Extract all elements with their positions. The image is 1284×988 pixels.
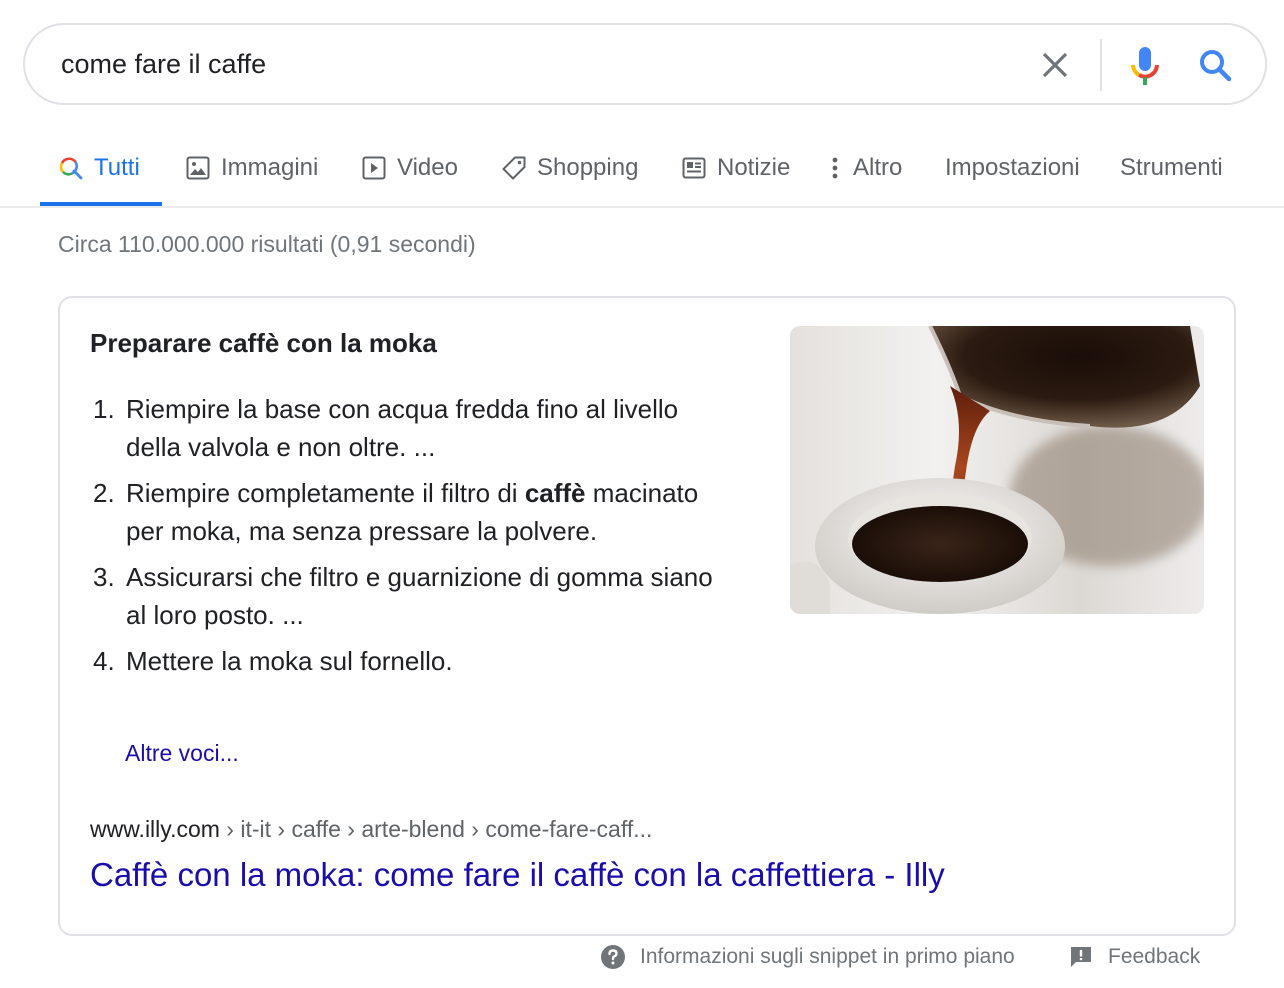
snippet-image[interactable] <box>790 326 1204 614</box>
step-number: 4. <box>93 646 115 676</box>
tab-label: Video <box>397 154 458 181</box>
breadcrumb-path: › it-it › caffe › arte-blend › come-fare… <box>219 816 653 842</box>
tab-label: Impostazioni <box>945 154 1080 181</box>
more-vert-icon <box>832 157 838 179</box>
step-number: 3. <box>93 562 115 592</box>
snippet-info-label: Informazioni sugli snippet in primo pian… <box>640 945 1015 968</box>
result-breadcrumb: www.illy.com › it-it › caffe › arte-blen… <box>90 816 652 843</box>
step-text-bold: caffè <box>524 478 586 508</box>
microphone-icon <box>1131 47 1159 85</box>
feedback-link[interactable]: Feedback <box>1068 944 1200 970</box>
tab-video[interactable]: Video <box>361 150 458 186</box>
step-text: Riempire la base con acqua fredda fino a… <box>126 394 679 462</box>
tab-label: Tutti <box>94 154 140 181</box>
step-text: Mettere la moka sul fornello. <box>126 646 453 676</box>
tab-tutti[interactable]: Tutti <box>58 150 140 186</box>
coffee-pour-image <box>790 326 1204 614</box>
step-number: 1. <box>93 394 115 424</box>
tab-label: Immagini <box>221 154 319 181</box>
feedback-icon <box>1071 947 1091 967</box>
tab-label: Shopping <box>537 154 639 181</box>
snippet-info-link[interactable]: Informazioni sugli snippet in primo pian… <box>600 944 1015 970</box>
close-icon <box>1042 52 1068 78</box>
tag-icon <box>502 156 526 180</box>
tab-label: Altro <box>853 154 903 181</box>
search-icon <box>59 157 83 180</box>
step-number: 2. <box>93 478 115 508</box>
search-input[interactable] <box>61 45 1001 83</box>
active-tab-indicator <box>40 202 162 206</box>
tab-altro[interactable]: Altro <box>830 150 902 186</box>
tab-notizie[interactable]: Notizie <box>681 150 790 186</box>
image-icon <box>186 156 210 180</box>
snippet-step: 1. Riempire la base con acqua fredda fin… <box>90 390 730 466</box>
result-title-link[interactable]: Caffè con la moka: come fare il caffè co… <box>90 856 945 894</box>
search-bar-divider <box>1100 39 1102 91</box>
snippet-step: 4. Mettere la moka sul fornello. <box>90 642 730 680</box>
tab-immagini[interactable]: Immagini <box>185 150 318 186</box>
snippet-title: Preparare caffè con la moka <box>90 328 437 358</box>
search-bar <box>23 23 1267 105</box>
feedback-label: Feedback <box>1108 945 1201 968</box>
tab-shopping[interactable]: Shopping <box>501 150 638 186</box>
tab-label: Strumenti <box>1120 154 1223 181</box>
news-icon <box>682 157 706 179</box>
step-text: Riempire completamente il filtro di <box>126 478 525 508</box>
tab-label: Notizie <box>717 154 791 181</box>
tab-impostazioni[interactable]: Impostazioni <box>945 150 1080 186</box>
snippet-step: 3. Assicurarsi che filtro e guarnizione … <box>90 558 730 634</box>
help-icon <box>601 945 625 969</box>
step-text: Assicurarsi che filtro e guarnizione di … <box>126 562 713 630</box>
voice-search-button[interactable] <box>1125 43 1165 87</box>
snippet-step: 2. Riempire completamente il filtro di c… <box>90 474 730 550</box>
search-tabs: Tutti Immagini Video Shopping Notizie Al… <box>0 140 1284 208</box>
clear-search-button[interactable] <box>1037 47 1073 83</box>
play-icon <box>362 156 386 180</box>
snippet-steps: 1. Riempire la base con acqua fredda fin… <box>90 390 730 688</box>
featured-snippet: Preparare caffè con la moka 1. Riempire … <box>58 296 1236 936</box>
results-stats: Circa 110.000.000 risultati (0,91 second… <box>58 231 476 257</box>
search-button[interactable] <box>1197 47 1233 83</box>
breadcrumb-domain: www.illy.com <box>90 816 220 842</box>
tab-strumenti[interactable]: Strumenti <box>1120 150 1223 186</box>
more-items-link[interactable]: Altre voci... <box>125 740 239 767</box>
search-icon <box>1200 50 1232 82</box>
